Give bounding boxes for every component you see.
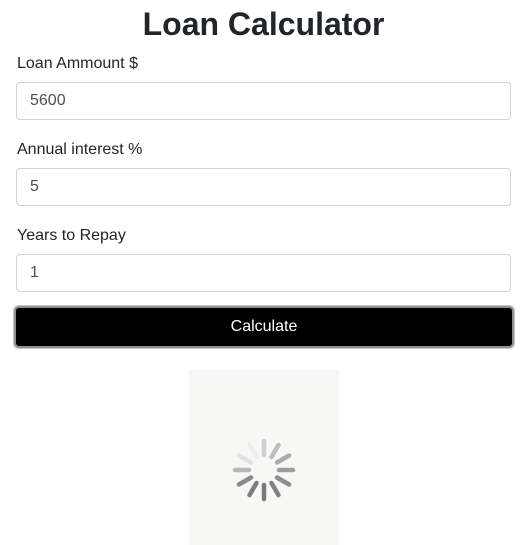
annual-interest-input[interactable] (16, 168, 511, 206)
page-title: Loan Calculator (142, 6, 385, 42)
loading-panel (189, 370, 339, 545)
annual-interest-label: Annual interest % (17, 141, 143, 158)
calculate-button[interactable]: Calculate (14, 306, 514, 348)
loading-spinner-icon (232, 438, 296, 502)
years-to-repay-input[interactable] (16, 254, 511, 292)
loan-amount-label: Loan Ammount $ (17, 55, 138, 72)
loan-amount-input[interactable] (16, 82, 511, 120)
years-to-repay-label: Years to Repay (17, 227, 126, 244)
